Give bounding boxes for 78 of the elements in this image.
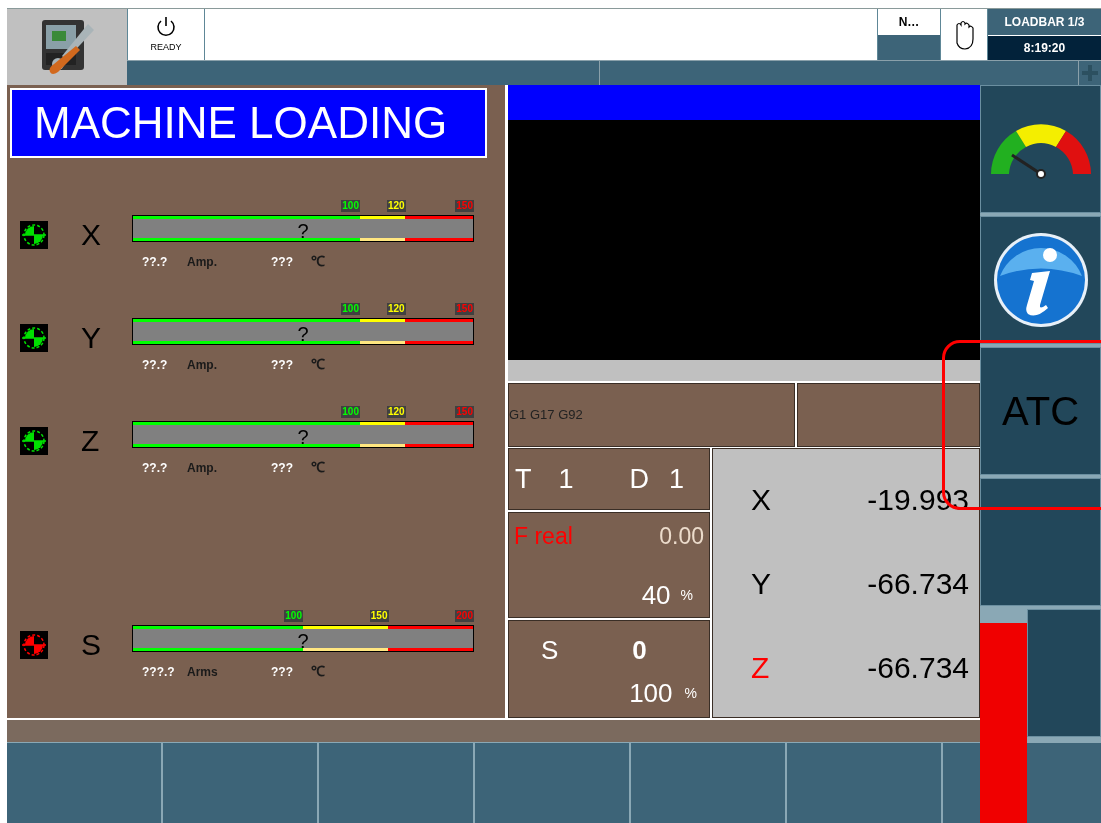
scale-tick-label: 120: [386, 406, 406, 418]
scale-tick-label: 120: [386, 303, 406, 315]
axis-position: -66.734: [867, 565, 969, 602]
temperature-unit: ℃: [311, 355, 325, 374]
spindle-override: 100: [629, 677, 673, 710]
spindle-label: S: [541, 634, 559, 667]
screen-title: MACHINE LOADING: [10, 88, 487, 158]
offset-label: D: [629, 462, 650, 496]
scale-tick-label: 100: [341, 200, 360, 212]
axis-name: Z: [81, 426, 100, 456]
axis-name: S: [81, 630, 101, 660]
scale-tick-label: 100: [341, 406, 360, 418]
current-value: ???.?: [142, 663, 176, 681]
power-icon: [154, 14, 178, 39]
percent-unit: %: [680, 585, 693, 605]
feed-override: 40: [641, 578, 671, 612]
axis-status-icon: [20, 427, 48, 455]
scale-tick-label: 100: [341, 303, 360, 315]
load-value: ?: [297, 426, 309, 447]
temperature-unit: ℃: [311, 662, 325, 681]
side-softkey[interactable]: [980, 216, 1101, 344]
percent-unit: %: [684, 684, 697, 703]
status-label: READY: [150, 40, 182, 54]
side-softkey[interactable]: [980, 85, 1101, 213]
info-icon: [991, 231, 1090, 329]
current-unit: Amp.: [187, 253, 218, 271]
scale-tick-label: 150: [455, 200, 474, 212]
softkey[interactable]: [787, 743, 943, 823]
program-line-cell: G1 G17 G92: [508, 383, 795, 447]
load-value: ?: [297, 630, 309, 651]
temperature-unit: ℃: [311, 458, 325, 477]
temperature-value: ???: [271, 253, 294, 271]
load-value: ?: [297, 220, 309, 241]
spindle-speed: 0: [632, 634, 647, 667]
plus-icon[interactable]: [1082, 65, 1098, 81]
softkey[interactable]: [475, 743, 631, 823]
logo-panel[interactable]: [7, 8, 127, 85]
scale-tick-label: 150: [455, 406, 474, 418]
axis-name: X: [81, 220, 101, 250]
softkey[interactable]: [943, 743, 980, 823]
softkey[interactable]: [7, 743, 163, 823]
axis-letter: X: [751, 481, 771, 518]
tool-label: T: [515, 462, 532, 496]
channel-label: LOADBAR 1/3: [988, 9, 1101, 35]
axis-name: Y: [81, 323, 101, 353]
scale-tick-label: 120: [386, 200, 406, 212]
softkey[interactable]: [631, 743, 787, 823]
clock: 8:19:20: [988, 35, 1101, 60]
load-value: ?: [297, 323, 309, 344]
scale-tick-label: 150: [369, 610, 389, 622]
temperature-value: ???: [271, 459, 294, 477]
feed-label: F real: [514, 522, 573, 551]
axis-position: -66.734: [867, 649, 969, 686]
softkey[interactable]: [319, 743, 475, 823]
axis-status-icon: [20, 631, 48, 659]
current-unit: Arms: [187, 663, 219, 681]
hand-icon: [953, 18, 975, 51]
temperature-value: ???: [271, 356, 294, 374]
feed-value: 0.00: [659, 522, 704, 551]
current-value: ??.?: [142, 459, 169, 477]
axis-letter: Y: [751, 565, 771, 602]
offset-number: 1: [669, 462, 685, 496]
softkey[interactable]: [1027, 743, 1101, 823]
ready-status[interactable]: READY: [127, 9, 205, 60]
axis-status-icon: [20, 324, 48, 352]
current-unit: Amp.: [187, 459, 218, 477]
scale-tick-label: 200: [455, 610, 474, 622]
current-value: ??.?: [142, 253, 169, 271]
current-unit: Amp.: [187, 356, 218, 374]
scale-tick-label: 150: [455, 303, 474, 315]
temperature-value: ???: [271, 663, 294, 681]
softkey[interactable]: [163, 743, 319, 823]
scale-tick-label: 100: [284, 610, 303, 622]
axis-status-icon: [20, 221, 48, 249]
current-value: ??.?: [142, 356, 169, 374]
temperature-unit: ℃: [311, 252, 325, 271]
tool-number: 1: [558, 462, 574, 496]
axis-letter: Z: [751, 649, 770, 686]
